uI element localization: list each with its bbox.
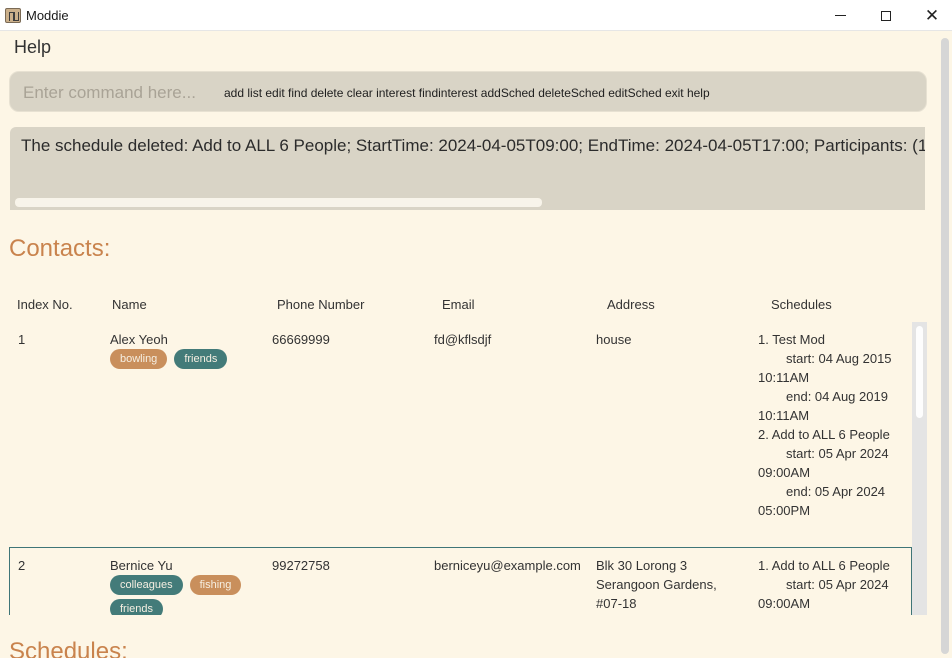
schedule-start-time: 09:00AM (758, 596, 811, 611)
minimize-icon[interactable] (817, 0, 863, 31)
command-placeholder: Enter command here... (23, 83, 196, 102)
command-input[interactable]: Enter command here... add list edit find… (9, 71, 927, 112)
tag-badge: colleagues (110, 575, 183, 595)
result-horizontal-scrollbar[interactable] (10, 194, 925, 210)
tag-badge: friends (110, 599, 164, 615)
contact-list-scrollbar-thumb[interactable] (916, 326, 923, 418)
contact-phone: 99272758 (272, 558, 330, 573)
address-line: Blk 30 Lorong 3 (596, 558, 688, 573)
header-name: Name (112, 297, 147, 312)
address-line: #07-18 (596, 596, 637, 611)
schedule-title: 1. Add to ALL 6 People (758, 558, 890, 573)
schedule-title: 1. Test Mod (758, 332, 825, 347)
schedule-start: start: 04 Aug 2015 (786, 351, 892, 366)
window-scrollbar[interactable] (938, 32, 952, 658)
result-scrollbar-thumb[interactable] (15, 198, 542, 207)
contact-index: 2 (18, 558, 26, 573)
contact-name: Bernice Yu (110, 558, 173, 573)
close-icon[interactable]: ✕ (909, 0, 952, 31)
tag-badge: fishing (189, 575, 242, 595)
contact-list[interactable]: 1 Alex Yeoh bowling friends 66669999 fd@… (9, 322, 912, 615)
schedule-start-time: 10:11AM (758, 370, 810, 385)
contact-email: fd@kflsdjf (434, 332, 492, 347)
result-display: The schedule deleted: Add to ALL 6 Peopl… (10, 127, 925, 194)
contact-tags: colleagues fishing friends (110, 575, 260, 615)
contact-email: berniceyu@example.com (434, 558, 581, 573)
contact-address: Blk 30 Lorong 3 Serangoon Gardens, #07-1… (596, 556, 746, 613)
header-email: Email (442, 297, 475, 312)
contact-name: Alex Yeoh (110, 332, 168, 347)
schedule-end-time: 10:11AM (758, 408, 810, 423)
window-title: Moddie (26, 8, 69, 23)
contact-tags: bowling friends (110, 349, 260, 369)
contact-list-scrollbar[interactable] (912, 322, 927, 615)
contact-schedules: 1. Test Mod start: 04 Aug 2015 10:11AM e… (758, 330, 908, 520)
contacts-heading: Contacts: (9, 235, 111, 262)
header-index: Index No. (17, 297, 73, 312)
contact-row-selected[interactable]: 2 Bernice Yu colleagues fishing friends … (9, 547, 912, 615)
schedules-heading: Schedules: (9, 638, 128, 658)
window-scrollbar-thumb[interactable] (941, 38, 949, 654)
address-line: Serangoon Gardens, (596, 577, 717, 592)
schedule-end-time: 05:00PM (758, 503, 811, 518)
result-text: The schedule deleted: Add to ALL 6 Peopl… (21, 136, 925, 155)
available-commands-text: add list edit find delete clear interest… (224, 86, 710, 100)
header-address: Address (607, 297, 655, 312)
tag-badge: bowling (110, 349, 168, 369)
schedule-end: end: 05 Apr 2024 (786, 484, 886, 499)
header-phone: Phone Number (277, 297, 365, 312)
schedule-start: start: 05 Apr 2024 (786, 446, 889, 461)
menu-help[interactable]: Help (14, 37, 51, 58)
schedule-start-time: 09:00AM (758, 465, 811, 480)
contact-phone: 66669999 (272, 332, 330, 347)
contact-index: 1 (18, 332, 26, 347)
tag-badge: friends (174, 349, 228, 369)
contact-row[interactable]: 1 Alex Yeoh bowling friends 66669999 fd@… (9, 322, 912, 548)
header-schedules: Schedules (771, 297, 832, 312)
title-bar: Moddie ✕ (0, 0, 952, 31)
contact-address: house (596, 332, 632, 347)
schedule-start: start: 05 Apr 2024 (786, 577, 889, 592)
schedule-title: 2. Add to ALL 6 People (758, 427, 890, 442)
maximize-icon[interactable] (863, 0, 909, 31)
app-logo-icon (5, 8, 21, 23)
contact-schedules: 1. Add to ALL 6 People start: 05 Apr 202… (758, 556, 908, 613)
schedule-end: end: 04 Aug 2019 (786, 389, 888, 404)
